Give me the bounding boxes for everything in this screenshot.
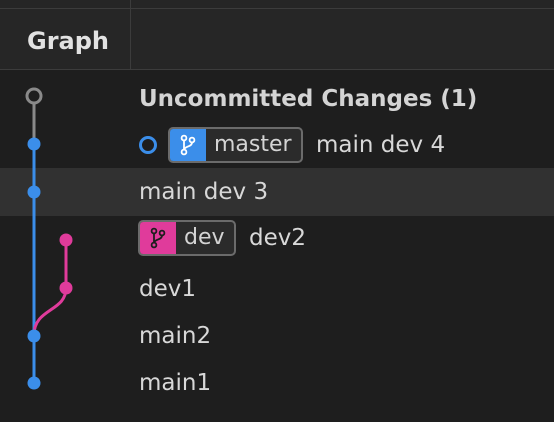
commit-row-main-dev-4[interactable]: master main dev 4 <box>0 121 554 169</box>
commit-row-uncommitted[interactable]: Uncommitted Changes (1) <box>0 74 554 122</box>
graph-column-title: Graph <box>27 27 109 55</box>
commit-row-main2[interactable]: main2 <box>0 312 554 360</box>
commit-row-main1[interactable]: main1 <box>0 359 554 407</box>
column-divider <box>130 0 131 8</box>
commit-message: main dev 3 <box>139 179 269 205</box>
commit-message: Uncommitted Changes (1) <box>139 86 478 112</box>
git-branch-icon <box>170 129 206 161</box>
graph-header: Graph <box>0 9 554 70</box>
commit-row-main-dev-3[interactable]: main dev 3 <box>0 168 554 216</box>
head-circle-icon <box>139 136 157 154</box>
commit-message: dev2 <box>249 225 306 251</box>
graph-column-header[interactable]: Graph <box>0 9 131 69</box>
git-branch-icon <box>140 222 176 254</box>
commit-message: dev1 <box>139 276 196 302</box>
branch-tag-dev[interactable]: dev <box>138 220 236 256</box>
git-graph-view: Graph Uncommitted Changes (1) master mai… <box>0 0 554 422</box>
commit-list: Uncommitted Changes (1) master main dev … <box>0 70 554 422</box>
branch-tag-master[interactable]: master <box>168 127 303 163</box>
commit-message: main1 <box>139 370 212 396</box>
commit-message: main2 <box>139 323 212 349</box>
commit-row-dev2[interactable]: dev dev2 <box>0 216 554 264</box>
commit-row-dev1[interactable]: dev1 <box>0 264 554 312</box>
branch-name: dev <box>184 225 225 250</box>
branch-name: master <box>214 132 292 157</box>
column-header-strip <box>0 0 554 9</box>
commit-message: main dev 4 <box>316 132 446 158</box>
